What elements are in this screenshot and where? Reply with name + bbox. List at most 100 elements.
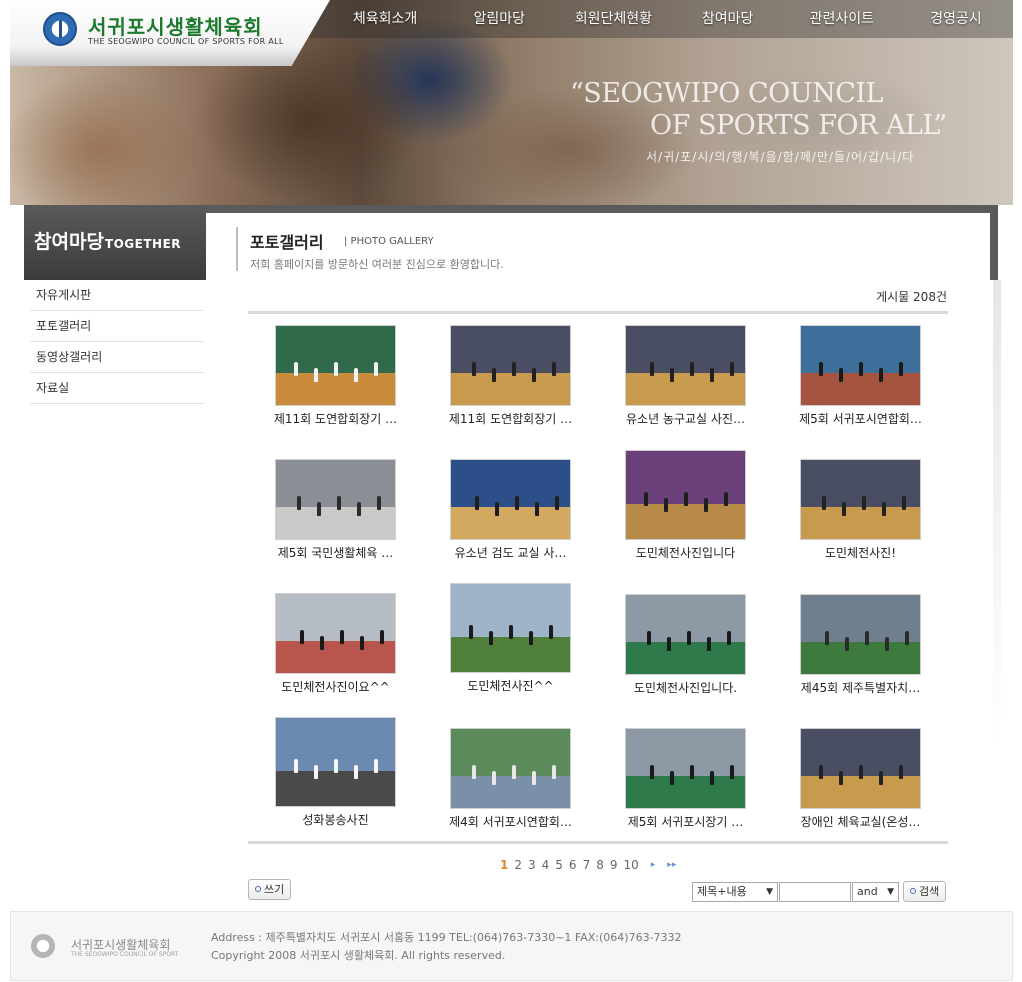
gallery-item[interactable]: 성화봉송사진 <box>248 710 423 834</box>
search-field-value: 제목+내용 <box>697 885 747 898</box>
gallery-thumbnail[interactable] <box>625 325 746 406</box>
photo-floor <box>801 373 920 405</box>
gallery-caption[interactable]: 장애인 체육교실(온성… <box>773 813 948 830</box>
post-count: 게시물 208건 <box>876 290 947 304</box>
gallery-caption[interactable]: 도민체전사진이요^^ <box>248 678 423 695</box>
gallery-item[interactable]: 제5회 서귀포시장기 … <box>598 710 773 834</box>
gallery-item[interactable]: 제11회 도연합회장기 … <box>423 318 598 442</box>
sidebar-item-free-board[interactable]: 자유게시판 <box>30 280 204 311</box>
nav-item-notice[interactable]: 알림마당 <box>442 0 556 38</box>
gallery-caption[interactable]: 제11회 도연합회장기 … <box>423 410 598 427</box>
footer-logo-subtitle: THE SEOGWIPO COUNCIL OF SPORT <box>71 951 179 958</box>
gallery-thumbnail[interactable] <box>625 728 746 809</box>
content-frame-right <box>990 205 998 280</box>
photo-figure <box>509 625 513 639</box>
gallery-thumbnail[interactable] <box>800 728 921 809</box>
gallery-thumbnail[interactable] <box>275 593 396 674</box>
gallery-caption[interactable]: 제11회 도연합회장기 … <box>248 410 423 427</box>
nav-item-related-sites[interactable]: 관련사이트 <box>785 0 899 38</box>
photo-figure <box>885 637 889 651</box>
photo-figure <box>730 362 734 376</box>
nav-item-disclosure[interactable]: 경영공시 <box>899 0 1013 38</box>
photo-figure <box>727 631 731 645</box>
sidebar-item-video-gallery[interactable]: 동영상갤러리 <box>30 342 204 373</box>
page-link-1[interactable]: 1 <box>500 858 508 872</box>
next-page-icon[interactable]: ▸ <box>651 860 656 870</box>
search-input[interactable] <box>779 882 851 902</box>
logo[interactable]: 서귀포시생활체육회 THE SEOGWIPO COUNCIL OF SPORTS… <box>10 0 330 66</box>
gallery-item[interactable]: 유소년 농구교실 사진… <box>598 318 773 442</box>
content-frame-top <box>206 205 998 213</box>
gallery-item[interactable]: 도민체전사진! <box>773 452 948 576</box>
gallery-thumbnail[interactable] <box>800 594 921 675</box>
page-link-7[interactable]: 7 <box>583 858 591 872</box>
photo-figure <box>687 631 691 645</box>
gallery-caption[interactable]: 제5회 국민생활체육 … <box>248 544 423 561</box>
gallery-thumbnail[interactable] <box>625 594 746 675</box>
page-link-2[interactable]: 2 <box>514 858 522 872</box>
gallery-thumbnail[interactable] <box>275 459 396 540</box>
sidebar-item-photo-gallery[interactable]: 포토갤러리 <box>30 311 204 342</box>
gallery-caption[interactable]: 도민체전사진^^ <box>423 677 598 694</box>
write-button[interactable]: 쓰기 <box>248 879 292 900</box>
page-link-6[interactable]: 6 <box>569 858 577 872</box>
gallery-thumbnail[interactable] <box>800 459 921 540</box>
sidebar-item-archive[interactable]: 자료실 <box>30 373 204 404</box>
gallery-caption[interactable]: 제5회 서귀포시장기 … <box>598 813 773 830</box>
footer-address: Address : 제주특별자치도 서귀포시 서홍동 1199 TEL:(064… <box>211 931 682 944</box>
photo-figure <box>859 362 863 376</box>
gallery-thumbnail[interactable] <box>625 450 746 540</box>
search-operator-select[interactable]: and ▼ <box>852 882 899 902</box>
gallery-caption[interactable]: 제5회 서귀포시연합회… <box>773 410 948 427</box>
gallery-caption[interactable]: 제4회 서귀포시연합회… <box>423 813 598 830</box>
gallery-thumbnail[interactable] <box>275 717 396 807</box>
last-page-icon[interactable]: ▸▸ <box>667 860 676 870</box>
bullet-icon <box>910 888 916 894</box>
photo-figure <box>314 765 318 779</box>
gallery-item[interactable]: 도민체전사진^^ <box>423 583 598 710</box>
gallery-caption[interactable]: 도민체전사진입니다. <box>598 679 773 696</box>
gallery-item[interactable]: 제4회 서귀포시연합회… <box>423 710 598 834</box>
page-link-4[interactable]: 4 <box>542 858 550 872</box>
gallery-thumbnail[interactable] <box>450 728 571 809</box>
slogan-line1: “SEOGWIPO COUNCIL <box>570 78 883 109</box>
photo-figure <box>357 502 361 516</box>
gallery-thumbnail[interactable] <box>450 583 571 673</box>
gallery-thumbnail[interactable] <box>450 325 571 406</box>
gallery-caption[interactable]: 도민체전사진! <box>773 544 948 561</box>
gallery-item[interactable]: 유소년 검도 교실 사… <box>423 452 598 576</box>
gallery-item[interactable]: 제5회 국민생활체육 … <box>248 452 423 576</box>
photo-floor <box>801 776 920 808</box>
gallery-caption[interactable]: 도민체전사진입니다 <box>598 544 773 561</box>
gallery-item[interactable]: 제11회 도연합회장기 … <box>248 318 423 442</box>
page-link-8[interactable]: 8 <box>596 858 604 872</box>
photo-floor <box>626 776 745 808</box>
gallery-item[interactable]: 도민체전사진입니다 <box>598 450 773 576</box>
gallery-item[interactable]: 제5회 서귀포시연합회… <box>773 318 948 442</box>
sidebar-title-en: TOGETHER <box>104 237 182 251</box>
gallery-caption[interactable]: 제45회 제주특별자치… <box>773 679 948 696</box>
nav-item-about[interactable]: 체육회소개 <box>328 0 442 38</box>
page-link-5[interactable]: 5 <box>555 858 563 872</box>
gallery-item[interactable]: 장애인 체육교실(온성… <box>773 710 948 834</box>
gallery-thumbnail[interactable] <box>450 459 571 540</box>
photo-figure <box>337 496 341 510</box>
gallery-caption[interactable]: 유소년 검도 교실 사… <box>423 544 598 561</box>
gallery-thumbnail[interactable] <box>800 325 921 406</box>
gallery-thumbnail[interactable] <box>275 325 396 406</box>
gallery-caption[interactable]: 성화봉송사진 <box>248 811 423 828</box>
page-link-3[interactable]: 3 <box>528 858 536 872</box>
photo-figure <box>354 368 358 382</box>
gallery-item[interactable]: 제45회 제주특별자치… <box>773 586 948 710</box>
gallery-item[interactable]: 도민체전사진입니다. <box>598 586 773 710</box>
search-field-select[interactable]: 제목+내용 ▼ <box>692 882 778 902</box>
nav-item-participation[interactable]: 참여마당 <box>671 0 785 38</box>
gallery-caption[interactable]: 유소년 농구교실 사진… <box>598 410 773 427</box>
bullet-icon <box>255 886 261 892</box>
gallery-item[interactable]: 도민체전사진이요^^ <box>248 586 423 710</box>
page-link-9[interactable]: 9 <box>610 858 618 872</box>
page-link-10[interactable]: 10 <box>623 858 638 872</box>
search-button[interactable]: 검색 <box>903 881 947 902</box>
photo-figure <box>489 631 493 645</box>
nav-item-members[interactable]: 회원단체현황 <box>556 0 670 38</box>
